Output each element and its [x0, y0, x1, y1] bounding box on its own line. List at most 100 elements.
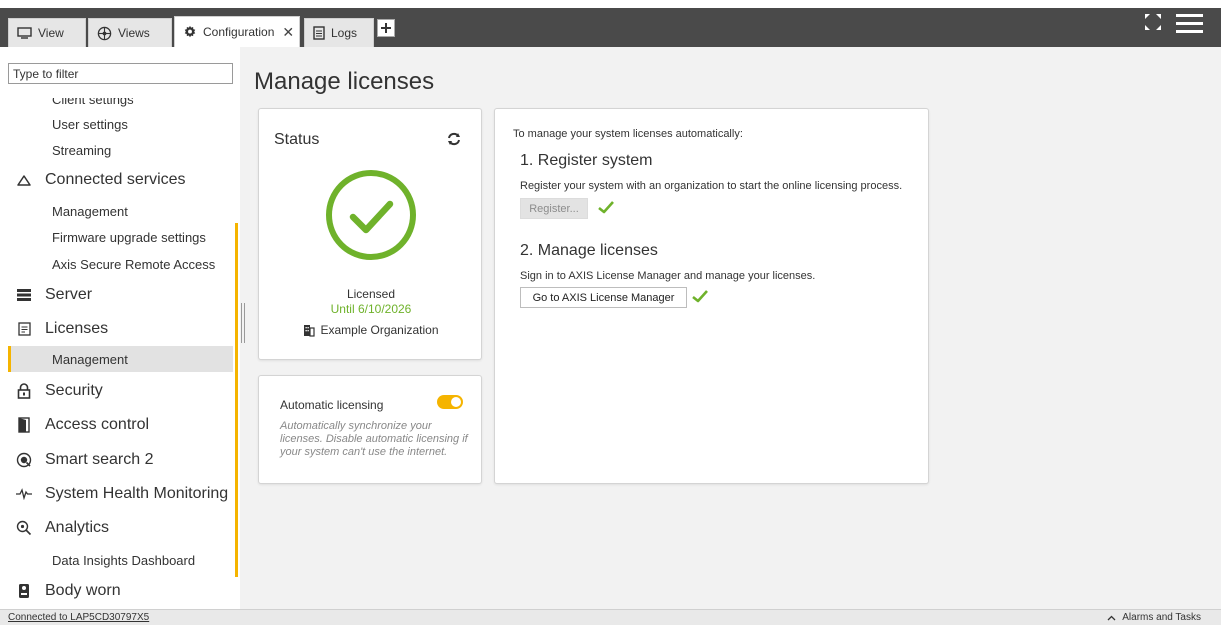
sidebar-item-user-settings[interactable]: User settings: [52, 117, 128, 132]
smart-search-icon: [16, 452, 32, 468]
sidebar-item-security[interactable]: Security: [16, 382, 103, 400]
go-to-license-manager-button[interactable]: Go to AXIS License Manager: [520, 287, 687, 308]
sidebar-item-label: Connected services: [45, 171, 186, 188]
license-icon: [16, 321, 32, 337]
connection-status-link[interactable]: Connected to LAP5CD30797X5: [8, 612, 149, 623]
sidebar-item-label: Analytics: [45, 519, 110, 536]
register-system-heading: 1. Register system: [520, 152, 653, 169]
toggle-knob: [451, 397, 461, 407]
gear-icon: [184, 25, 196, 38]
sidebar-item-label: Streaming: [52, 143, 112, 158]
register-system-text: Register your system with an organizatio…: [520, 180, 903, 192]
sidebar-item-label: Management: [52, 352, 128, 367]
automatic-licensing-toggle[interactable]: [437, 395, 463, 409]
register-button[interactable]: Register...: [520, 198, 588, 219]
top-bar: View Views Configuration ✕ Logs: [0, 0, 1221, 47]
sidebar-item-streaming[interactable]: Streaming: [52, 143, 111, 158]
sidebar-item-label: System Health Monitoring: [45, 485, 229, 502]
sidebar-item-connected-management[interactable]: Management: [52, 204, 128, 219]
document-icon: [313, 26, 325, 40]
license-expiry: Until 6/10/2026: [330, 302, 412, 316]
lock-icon: [16, 383, 32, 399]
building-icon: [304, 324, 316, 337]
sidebar-item-smart-search[interactable]: Smart search 2: [16, 451, 153, 469]
sidebar-item-body-worn[interactable]: Body worn: [16, 582, 121, 600]
sync-icon: [448, 132, 460, 146]
sidebar-item-label: Management: [52, 204, 128, 219]
chevron-up-icon: [1107, 615, 1116, 620]
manage-licenses-text: Sign in to AXIS License Manager and mana…: [520, 270, 816, 282]
close-icon[interactable]: ✕: [282, 24, 294, 41]
sidebar-scrollbar[interactable]: [235, 223, 238, 577]
sidebar-item-label: Licenses: [45, 320, 109, 337]
views-icon: [97, 26, 112, 40]
organization-name: Example Organization: [320, 323, 439, 337]
automatic-licensing-description: Automatically synchronize your licenses.…: [280, 420, 468, 458]
server-icon: [16, 287, 32, 303]
cloud-icon: [16, 172, 32, 188]
sidebar-item-licenses-management[interactable]: Management: [8, 346, 233, 372]
manage-intro: To manage your system licenses automatic…: [513, 128, 743, 140]
tab-configuration[interactable]: Configuration ✕: [174, 16, 300, 47]
tab-views[interactable]: Views: [88, 18, 172, 47]
alarms-and-tasks-button[interactable]: Alarms and Tasks: [1107, 612, 1201, 623]
license-manager-button-label: Go to AXIS License Manager: [532, 291, 675, 304]
sidebar-item-firmware-upgrade[interactable]: Firmware upgrade settings: [52, 230, 206, 245]
status-title: Status: [274, 131, 320, 148]
sync-button[interactable]: [447, 132, 461, 151]
sidebar-item-system-health[interactable]: System Health Monitoring: [16, 485, 228, 503]
sidebar-item-licenses[interactable]: Licenses: [16, 320, 108, 338]
automatic-licensing-label: Automatic licensing: [280, 398, 384, 412]
licensed-check-icon: [323, 167, 419, 268]
sidebar-item-client-settings[interactable]: Client settings: [52, 92, 134, 107]
sidebar-item-data-insights[interactable]: Data Insights Dashboard: [52, 553, 195, 568]
tab-logs[interactable]: Logs: [304, 18, 374, 47]
plus-icon: [381, 23, 391, 33]
status-bar: Connected to LAP5CD30797X5 Alarms and Ta…: [0, 609, 1221, 625]
sidebar-item-analytics[interactable]: Analytics: [16, 519, 109, 537]
main-menu-button[interactable]: [1176, 14, 1203, 38]
register-check-icon: [598, 201, 614, 214]
sidebar-item-label: Smart search 2: [45, 451, 154, 468]
manage-licenses-card: To manage your system licenses automatic…: [494, 108, 929, 484]
pulse-icon: [16, 486, 32, 502]
organization: Example Organization: [259, 323, 483, 337]
sidebar-item-label: User settings: [52, 117, 128, 132]
sidebar-item-label: Body worn: [45, 582, 121, 599]
tab-views-label: Views: [118, 26, 150, 40]
filter-input[interactable]: [8, 63, 233, 84]
panel-splitter[interactable]: [241, 303, 245, 343]
license-manager-check-icon: [692, 290, 708, 303]
register-button-label: Register...: [529, 202, 579, 215]
fullscreen-icon: [1145, 14, 1161, 30]
door-icon: [16, 417, 32, 433]
body-worn-icon: [16, 583, 32, 599]
sidebar-item-label: Client settings: [52, 92, 134, 107]
monitor-icon: [17, 27, 32, 39]
tab-logs-label: Logs: [331, 26, 358, 40]
sidebar-item-secure-remote-access[interactable]: Axis Secure Remote Access: [52, 257, 215, 272]
license-state: Licensed: [346, 287, 396, 301]
selection-indicator: [8, 346, 11, 372]
sidebar-item-label: Access control: [45, 416, 150, 433]
hamburger-icon: [1176, 14, 1203, 33]
sidebar-item-label: Data Insights Dashboard: [52, 553, 196, 568]
sidebar-item-label: Security: [45, 382, 103, 399]
sidebar-item-connected-services[interactable]: Connected services: [16, 171, 186, 189]
tab-configuration-label: Configuration: [203, 25, 275, 39]
tab-view[interactable]: View: [8, 18, 86, 47]
sidebar-item-access-control[interactable]: Access control: [16, 416, 149, 434]
sidebar-item-server[interactable]: Server: [16, 286, 92, 304]
add-tab-button[interactable]: [377, 19, 395, 37]
automatic-licensing-card: Automatic licensing Automatically synchr…: [258, 375, 482, 484]
manage-licenses-heading: 2. Manage licenses: [520, 242, 658, 259]
alarms-and-tasks-label: Alarms and Tasks: [1122, 612, 1201, 623]
sidebar-item-label: Server: [45, 286, 93, 303]
tab-view-label: View: [38, 26, 64, 40]
analytics-icon: [16, 520, 32, 536]
fullscreen-button[interactable]: [1144, 13, 1162, 36]
sidebar-item-label: Axis Secure Remote Access: [52, 257, 216, 272]
sidebar: Client settings User settings Streaming …: [0, 47, 240, 609]
page-title: Manage licenses: [254, 68, 435, 95]
sidebar-item-label: Firmware upgrade settings: [52, 230, 206, 245]
